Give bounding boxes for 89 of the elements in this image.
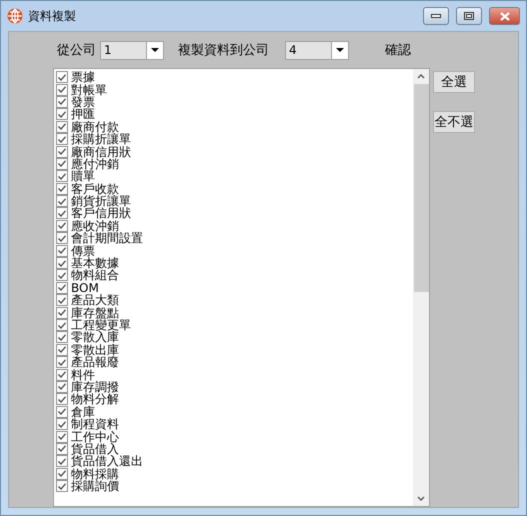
item-label: BOM (71, 282, 99, 294)
checkbox[interactable] (56, 442, 68, 455)
caret-icon (336, 48, 344, 52)
checkbox[interactable] (56, 380, 68, 393)
item-label: 會計期間設置 (71, 232, 143, 244)
item-label: 應收沖銷 (71, 220, 119, 232)
checkbox[interactable] (56, 294, 68, 306)
checkbox[interactable] (56, 195, 68, 208)
checkbox[interactable] (56, 319, 68, 331)
checkbox[interactable] (56, 182, 68, 195)
scroll-up-icon[interactable] (417, 74, 425, 79)
checkbox[interactable] (56, 220, 68, 232)
item-label: 基本數據 (71, 257, 119, 270)
checkbox[interactable] (56, 96, 68, 108)
checkbox[interactable] (56, 455, 68, 468)
checkbox[interactable] (56, 430, 68, 443)
item-label: 客戶信用狀 (71, 207, 131, 220)
checkbox[interactable] (56, 468, 68, 480)
item-label: 採購折讓單 (71, 133, 131, 146)
scroll-down-icon[interactable] (417, 496, 425, 501)
item-label: 物料分解 (71, 393, 119, 406)
select-all-button[interactable]: 全選 (433, 71, 475, 93)
item-label: 發票 (71, 96, 95, 108)
minimize-button[interactable] (423, 7, 449, 25)
checkbox[interactable] (56, 244, 68, 257)
item-label: 對帳單 (71, 84, 107, 96)
checkbox[interactable] (56, 170, 68, 182)
checkbox[interactable] (56, 257, 68, 270)
item-label: 貨品借入還出 (71, 455, 143, 468)
checkbox[interactable] (56, 306, 68, 319)
checkbox[interactable] (56, 158, 68, 170)
item-label: 料件 (71, 368, 95, 381)
minimize-icon (431, 14, 441, 18)
item-label: 庫存調撥 (71, 380, 119, 393)
caret-icon (151, 48, 159, 52)
checkbox[interactable] (56, 207, 68, 220)
checkbox[interactable] (56, 393, 68, 406)
item-label: 零散入庫 (71, 331, 119, 344)
item-label: 零散出庫 (71, 344, 119, 356)
maximize-icon (464, 12, 474, 20)
item-label: 產品報廢 (71, 356, 119, 368)
item-label: 工程變更單 (71, 319, 131, 331)
checkbox[interactable] (56, 282, 68, 294)
item-label: 產品大類 (71, 294, 119, 306)
maximize-button[interactable] (456, 7, 482, 25)
item-label: 庫存盤點 (71, 306, 119, 319)
item-label: 採購詢價 (71, 480, 119, 492)
item-label: 貨品借入 (71, 442, 119, 455)
item-label: 銷貨折讓單 (71, 195, 131, 208)
window-title: 資料複製 (28, 8, 77, 24)
item-label: 倉庫 (71, 406, 95, 418)
checkbox[interactable] (56, 418, 68, 430)
checkbox[interactable] (56, 84, 68, 96)
item-label: 贖單 (71, 170, 95, 182)
checkbox[interactable] (56, 71, 68, 84)
checkbox[interactable] (56, 344, 68, 356)
item-label: 票據 (71, 71, 95, 84)
item-label: 廠商付款 (71, 120, 119, 133)
item-label: 客戶收款 (71, 182, 119, 195)
item-label: 應付沖銷 (71, 158, 119, 170)
to-company-dropdown[interactable]: 4 (285, 40, 349, 60)
checkbox[interactable] (56, 232, 68, 244)
globe-icon (7, 8, 23, 24)
checkbox[interactable] (56, 108, 68, 120)
checkbox[interactable] (56, 368, 68, 381)
item-label: 廠商信用狀 (71, 146, 131, 158)
checkbox[interactable] (56, 146, 68, 158)
from-company-label: 從公司 (57, 42, 96, 59)
item-label: 工作中心 (71, 430, 119, 443)
confirm-label: 確認 (385, 42, 411, 59)
item-label: 物料採購 (71, 468, 119, 480)
item-label: 制程資料 (71, 418, 119, 430)
to-company-label: 複製資料到公司 (178, 42, 269, 59)
item-label: 傳票 (71, 244, 95, 257)
checkbox[interactable] (56, 133, 68, 146)
scrollbar-thumb[interactable] (414, 84, 428, 292)
checkbox[interactable] (56, 480, 68, 492)
checkbox[interactable] (56, 406, 68, 418)
close-button[interactable] (489, 7, 520, 25)
deselect-all-button[interactable]: 全不選 (433, 111, 475, 133)
checkbox[interactable] (56, 331, 68, 344)
item-label: 押匯 (71, 108, 95, 120)
close-icon (500, 12, 510, 20)
checkbox[interactable] (56, 269, 68, 282)
scrollbar-track[interactable] (413, 69, 429, 506)
checkbox[interactable] (56, 120, 68, 133)
checkbox[interactable] (56, 356, 68, 368)
item-label: 物料組合 (71, 269, 119, 282)
from-company-dropdown[interactable]: 1 (100, 40, 164, 60)
